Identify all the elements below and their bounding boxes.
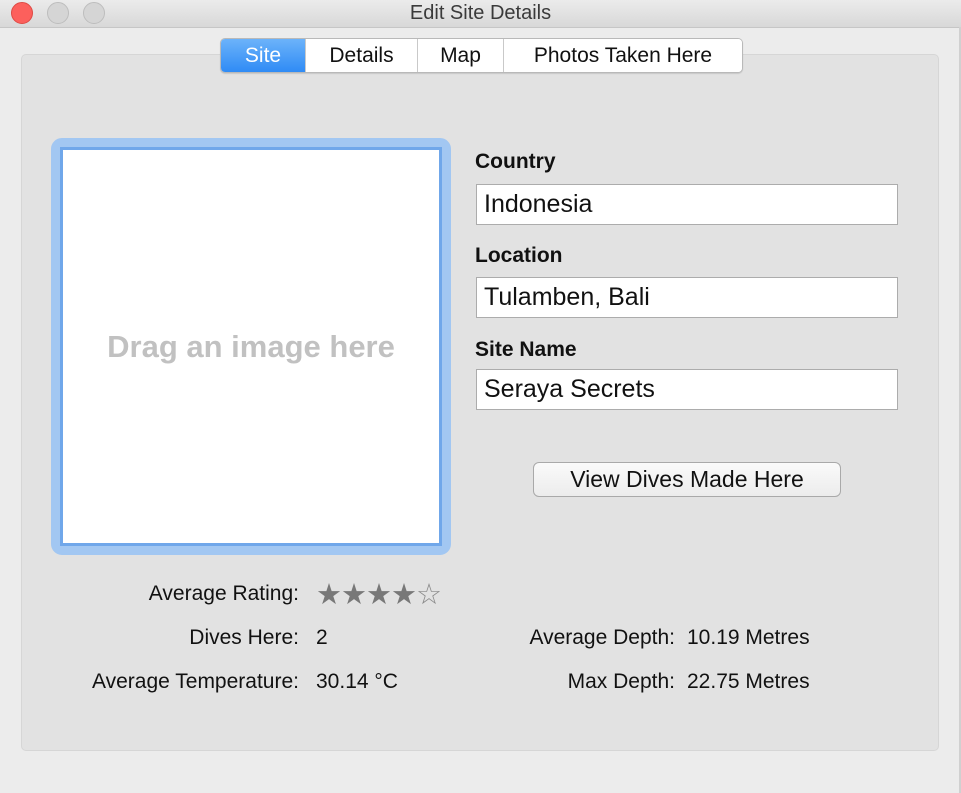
average-rating-stars: ★★★★☆ bbox=[316, 579, 442, 611]
location-label: Location bbox=[475, 244, 563, 267]
average-temperature-value: 30.14 °C bbox=[316, 670, 398, 693]
country-label: Country bbox=[475, 150, 556, 173]
tab-details[interactable]: Details bbox=[306, 39, 418, 72]
max-depth-value: 22.75 Metres bbox=[687, 670, 810, 693]
drop-placeholder-text: Drag an image here bbox=[107, 328, 395, 364]
star-filled-icon: ★ bbox=[341, 579, 367, 611]
tab-bar: Site Details Map Photos Taken Here bbox=[220, 38, 743, 73]
dives-here-value: 2 bbox=[316, 626, 328, 649]
tab-map[interactable]: Map bbox=[418, 39, 504, 72]
tab-photos-taken-here[interactable]: Photos Taken Here bbox=[504, 39, 742, 72]
average-depth-label: Average Depth: bbox=[529, 626, 675, 649]
image-drop-area[interactable]: Drag an image here bbox=[60, 147, 442, 546]
dives-here-label: Dives Here: bbox=[189, 626, 299, 649]
star-filled-icon: ★ bbox=[391, 579, 417, 611]
average-temperature-label: Average Temperature: bbox=[91, 670, 299, 693]
star-filled-icon: ★ bbox=[366, 579, 392, 611]
country-field[interactable]: Indonesia bbox=[476, 184, 898, 225]
window-title: Edit Site Details bbox=[409, 2, 552, 24]
max-depth-label: Max Depth: bbox=[567, 670, 675, 693]
average-rating-label: Average Rating: bbox=[148, 582, 299, 605]
site-name-label: Site Name bbox=[475, 338, 577, 361]
average-depth-value: 10.19 Metres bbox=[687, 626, 810, 649]
star-filled-icon: ★ bbox=[316, 579, 342, 611]
view-dives-button[interactable]: View Dives Made Here bbox=[533, 462, 841, 497]
image-drop-zone[interactable]: Drag an image here bbox=[51, 138, 451, 555]
tab-site[interactable]: Site bbox=[221, 39, 306, 72]
star-empty-icon: ☆ bbox=[416, 579, 442, 611]
title-bar: Edit Site Details bbox=[0, 0, 961, 28]
site-name-field[interactable]: Seraya Secrets bbox=[476, 369, 898, 410]
location-field[interactable]: Tulamben, Bali bbox=[476, 277, 898, 318]
